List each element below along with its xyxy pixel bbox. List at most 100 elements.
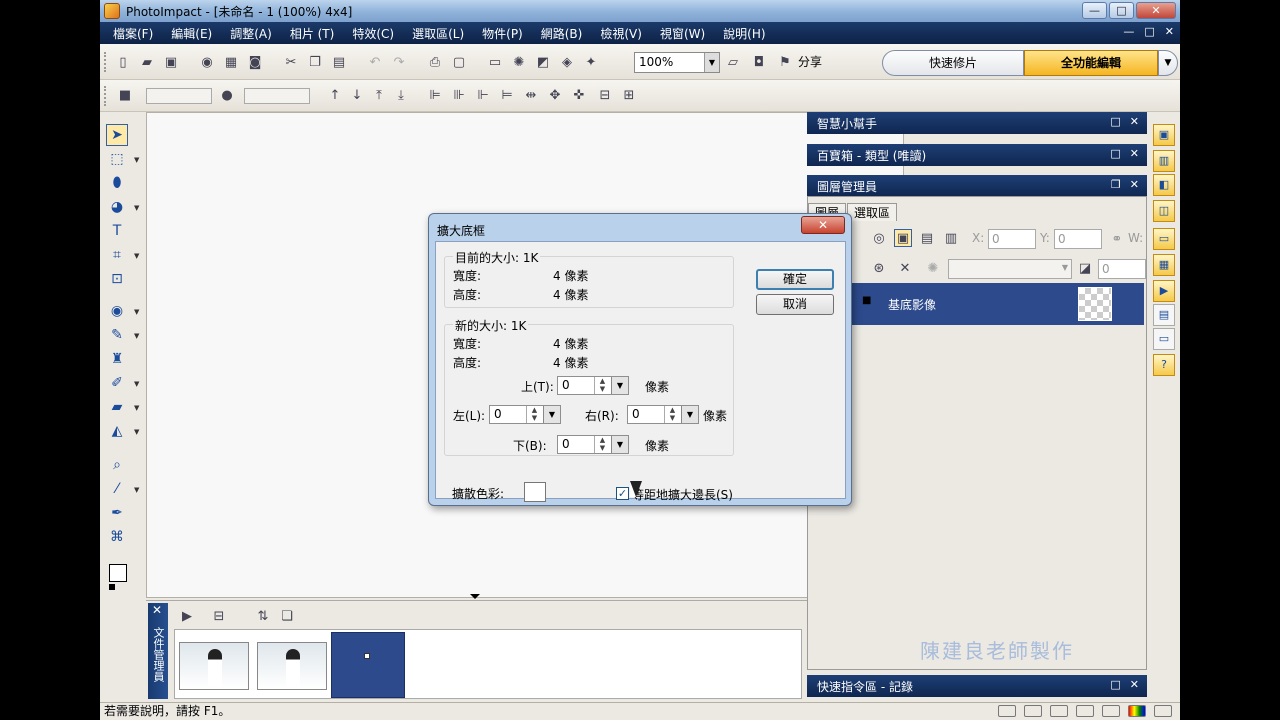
panel-object-icon[interactable]: ◫ xyxy=(1153,200,1175,222)
share-label[interactable]: 分享 xyxy=(798,53,822,70)
menu-window[interactable]: 視窗(W) xyxy=(651,25,714,42)
ok-button[interactable]: 確定 xyxy=(756,269,834,290)
layer-x-input[interactable]: 0 xyxy=(988,229,1036,249)
lasso-tool-icon[interactable]: ⬮ xyxy=(106,172,128,194)
copy-icon[interactable]: ❐ xyxy=(306,53,324,71)
menu-photo[interactable]: 相片 (T) xyxy=(281,25,344,42)
round-brush-icon[interactable]: ● xyxy=(218,86,236,104)
smart-helper-panel-title[interactable]: 智慧小幫手 □ ✕ xyxy=(807,112,1147,134)
panel-palette-icon[interactable]: ▥ xyxy=(1153,150,1175,172)
equal-expand-label[interactable]: 等距地擴大邊長(S) xyxy=(632,486,733,503)
lock-icon[interactable]: ◘ xyxy=(750,53,768,71)
paste-icon[interactable]: ▤ xyxy=(330,53,348,71)
cut-icon[interactable]: ✂ xyxy=(282,53,300,71)
easypalette-panel-title[interactable]: 百寶箱 - 類型 (唯讀) □ ✕ xyxy=(807,144,1147,166)
distribute-h-icon[interactable]: ⇹ xyxy=(522,86,540,104)
link-icon[interactable]: ⚭ xyxy=(1108,230,1126,248)
align-middle-icon[interactable]: ⊨ xyxy=(498,86,516,104)
paint-tool-icon[interactable]: ◕ xyxy=(106,196,128,218)
new-icon[interactable]: ▯ xyxy=(114,53,132,71)
panel-play-icon[interactable]: ▶ xyxy=(1153,280,1175,302)
stamp-tool-icon[interactable]: ♜ xyxy=(106,348,128,370)
text-tool-icon[interactable]: T xyxy=(106,220,128,242)
pick-tool-icon[interactable]: ➤ xyxy=(106,124,128,146)
menu-file[interactable]: 檔案(F) xyxy=(104,25,162,42)
quick-fix-mode-button[interactable]: 快速修片 xyxy=(882,50,1024,76)
opacity-input[interactable]: 0 xyxy=(1098,259,1146,279)
layer-thumb-icon[interactable]: ▣ xyxy=(894,229,912,247)
cancel-button[interactable]: 取消 xyxy=(756,294,834,315)
curve-icon[interactable]: ◩ xyxy=(534,53,552,71)
save-icon[interactable]: ▣ xyxy=(162,53,180,71)
panel-layer-icon[interactable]: ◧ xyxy=(1153,174,1175,196)
merge-mode-select[interactable]: ▼ xyxy=(948,259,1072,279)
print-icon[interactable]: ⎙ xyxy=(426,53,444,71)
close-button[interactable]: ✕ xyxy=(1136,2,1176,19)
play-icon[interactable]: ▶ xyxy=(178,607,196,625)
fill-tool-icon[interactable]: ◭ xyxy=(106,420,128,442)
menu-effect[interactable]: 特效(C) xyxy=(343,25,403,42)
layer-list-icon[interactable]: ▤ xyxy=(918,229,936,247)
menu-help[interactable]: 說明(H) xyxy=(714,25,774,42)
scan-icon[interactable]: ◉ xyxy=(198,53,216,71)
bottom-spin[interactable]: 0 ▲ ▼ ▼ xyxy=(557,435,629,454)
color-swatches[interactable] xyxy=(109,564,137,592)
bulb-icon[interactable]: ✺ xyxy=(510,53,528,71)
sort-icon[interactable]: ⇅ xyxy=(254,607,272,625)
layer-view-icon[interactable]: ◎ xyxy=(870,229,888,247)
tab-selection[interactable]: 選取區 xyxy=(847,203,898,221)
brush-tool-icon[interactable]: ✎ xyxy=(106,324,128,346)
dialog-close-button[interactable]: ✕ xyxy=(801,216,845,234)
layer-manager-panel-title[interactable]: 圖層管理員 ❐ ✕ xyxy=(807,175,1147,197)
redo-icon[interactable]: ↷ xyxy=(390,53,408,71)
undo-icon[interactable]: ↶ xyxy=(366,53,384,71)
mdi-restore-button[interactable]: □ xyxy=(1144,25,1154,38)
delete-layer-icon[interactable]: ✕ xyxy=(896,259,914,277)
distribute-v-icon[interactable]: ✥ xyxy=(546,86,564,104)
left-spin[interactable]: 0 ▲ ▼ ▼ xyxy=(489,405,561,424)
align-right-icon[interactable]: ⊩ xyxy=(474,86,492,104)
menu-object[interactable]: 物件(P) xyxy=(473,25,532,42)
menu-adjust[interactable]: 調整(A) xyxy=(221,25,281,42)
align-left-icon[interactable]: ⊫ xyxy=(426,86,444,104)
view-icon[interactable]: ⊟ xyxy=(210,607,228,625)
panel-grid-icon[interactable]: ▦ xyxy=(1153,254,1175,276)
docmgr-close-icon[interactable]: ✕ xyxy=(152,603,162,617)
color-icon[interactable]: ◈ xyxy=(558,53,576,71)
transform-tool-icon[interactable]: ⊡ xyxy=(106,268,128,290)
send-bottom-icon[interactable]: ⤓ xyxy=(392,86,410,104)
path-tool-icon[interactable]: ⌘ xyxy=(106,526,128,548)
thumbnail-photo-1[interactable] xyxy=(179,642,249,690)
zoom-tool-icon[interactable]: ⌕ xyxy=(106,454,128,476)
eye-tool-icon[interactable]: ◉ xyxy=(106,300,128,322)
menu-web[interactable]: 網路(B) xyxy=(532,25,592,42)
eraser-tool-icon[interactable]: ▰ xyxy=(106,396,128,418)
splitter-arrow-icon[interactable] xyxy=(470,594,480,599)
menu-selection[interactable]: 選取區(L) xyxy=(403,25,473,42)
align-down-icon[interactable]: ↓ xyxy=(348,86,366,104)
color-swatch[interactable] xyxy=(524,482,546,502)
help-icon[interactable]: ? xyxy=(1153,354,1175,376)
crop-tool-icon[interactable]: ⌗ xyxy=(106,244,128,266)
wand-icon[interactable]: ✦ xyxy=(582,53,600,71)
grid-icon[interactable]: ▦ xyxy=(222,53,240,71)
top-spin[interactable]: 0 ▲ ▼ ▼ xyxy=(557,376,629,395)
preview-icon[interactable]: ▢ xyxy=(450,53,468,71)
mask-icon[interactable]: ⊛ xyxy=(870,259,888,277)
zoom-select[interactable]: 100% ▼ xyxy=(634,52,720,73)
same-height-icon[interactable]: ⊞ xyxy=(620,86,638,104)
panel-info-icon[interactable]: ▤ xyxy=(1153,304,1175,326)
layer-visible-icon[interactable]: ■ xyxy=(862,295,871,306)
square-brush-icon[interactable]: ■ xyxy=(116,86,134,104)
mdi-minimize-button[interactable]: — xyxy=(1123,25,1134,38)
share-icon[interactable]: ⚑ xyxy=(776,53,794,71)
layer-merge-icon[interactable]: ▥ xyxy=(942,229,960,247)
center-icon[interactable]: ✜ xyxy=(570,86,588,104)
panel-monitor-icon[interactable]: ▭ xyxy=(1153,328,1175,350)
camera-icon[interactable]: ◙ xyxy=(246,53,264,71)
copy-doc-icon[interactable]: ❏ xyxy=(278,607,296,625)
mdi-close-button[interactable]: ✕ xyxy=(1165,25,1174,38)
dropper-tool-icon[interactable]: ⁄ xyxy=(106,478,128,500)
merge-mode-icon[interactable]: ✺ xyxy=(924,259,942,277)
full-edit-mode-button[interactable]: 全功能編輯 xyxy=(1024,50,1158,76)
